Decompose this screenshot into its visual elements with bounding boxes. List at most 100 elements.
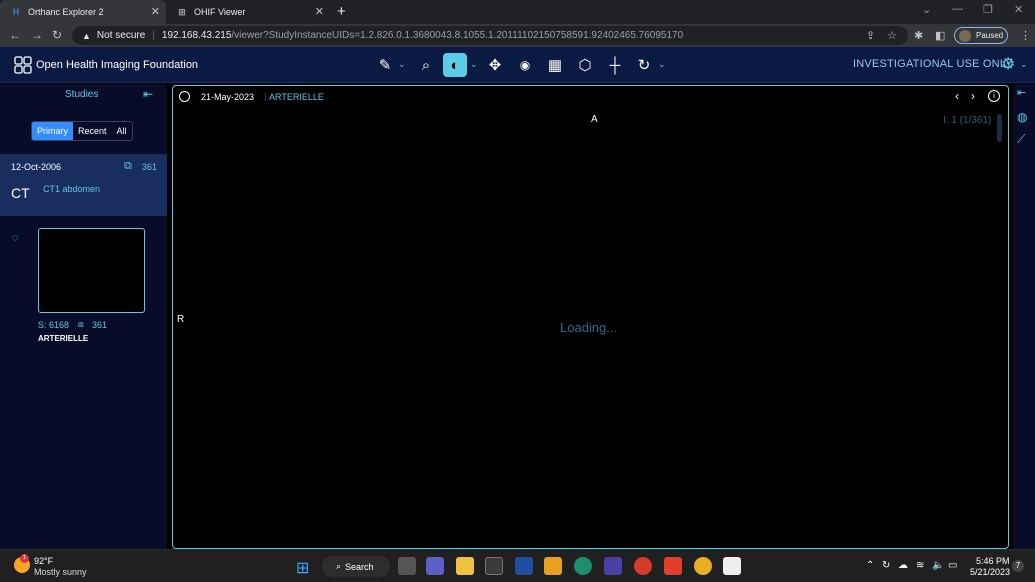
clock-date: 5/21/2023 bbox=[970, 567, 1011, 577]
avatar bbox=[959, 29, 971, 42]
volume-icon[interactable]: 🔈 bbox=[932, 560, 944, 571]
chevron-right-icon[interactable]: › bbox=[971, 89, 975, 103]
app-icon[interactable] bbox=[664, 557, 682, 575]
weather-desc: Mostly sunny bbox=[34, 567, 87, 577]
orientation-marker-left: R bbox=[177, 314, 185, 325]
task-view-icon[interactable] bbox=[398, 557, 416, 575]
3d-tool-button[interactable]: ⬡ bbox=[573, 53, 597, 77]
measurement-icon[interactable]: ⟋ bbox=[1017, 132, 1025, 147]
expand-panel-icon[interactable]: ⇤ bbox=[1017, 86, 1026, 99]
chrome-icon[interactable] bbox=[694, 557, 712, 575]
minimize-icon[interactable]: — bbox=[952, 3, 963, 15]
viewport-date: 21-May-2023 bbox=[201, 92, 255, 102]
file-explorer-icon[interactable] bbox=[456, 557, 474, 575]
taskbar-search[interactable]: ⌕ Search bbox=[322, 556, 390, 577]
share-icon[interactable]: ⇪ bbox=[866, 29, 875, 42]
chevron-down-icon[interactable]: ⌄ bbox=[1020, 59, 1028, 70]
notification-badge[interactable]: 7 bbox=[1012, 560, 1024, 572]
series-stack-icon: ⧉ bbox=[124, 160, 132, 172]
extensions-icon[interactable]: ✱ bbox=[914, 29, 923, 42]
search-icon: ⌕ bbox=[336, 561, 342, 571]
brand-logo[interactable]: Open Health Imaging Foundation bbox=[14, 56, 198, 74]
profile-button[interactable]: Paused bbox=[954, 27, 1008, 44]
tab-search-icon[interactable]: ⌄ bbox=[922, 3, 931, 16]
tab-label: Orthanc Explorer 2 bbox=[28, 7, 104, 17]
url-path: /viewer?StudyInstanceUIDs=1.2.826.0.1.36… bbox=[231, 30, 684, 41]
panel-title: Studies bbox=[65, 89, 99, 100]
sync-icon[interactable]: ↻ bbox=[882, 560, 890, 571]
close-tab-icon[interactable]: ✕ bbox=[315, 5, 324, 18]
tab-primary[interactable]: Primary bbox=[32, 122, 73, 140]
study-modality: CT bbox=[11, 185, 30, 201]
edge-icon[interactable] bbox=[574, 557, 592, 575]
magnify-icon: ⌕ bbox=[421, 56, 431, 74]
image-index: I: 1 (1/361) bbox=[943, 115, 992, 126]
reload-icon[interactable]: ↻ bbox=[52, 28, 62, 42]
rotate-tool-button[interactable]: ↻ bbox=[632, 53, 656, 77]
series-thumbnail[interactable] bbox=[38, 228, 145, 313]
segmentation-icon[interactable]: ◍ bbox=[1017, 110, 1027, 124]
teams-icon[interactable] bbox=[426, 557, 444, 575]
windows-start-icon[interactable]: ⊞ bbox=[296, 558, 309, 578]
forward-icon[interactable]: → bbox=[31, 28, 43, 42]
more-menu-icon[interactable]: ⋮ bbox=[1020, 29, 1031, 42]
study-date: 12-Oct-2006 bbox=[11, 162, 62, 172]
image-viewport[interactable]: 21-May-2023 | ARTERIELLE ‹ › i A R I: 1 … bbox=[172, 85, 1009, 549]
browser-tab-strip: H Orthanc Explorer 2 ✕ ⊞ OHIF Viewer ✕ +… bbox=[0, 0, 1035, 24]
new-tab-button[interactable]: + bbox=[337, 3, 346, 20]
cloud-icon[interactable]: ☁ bbox=[898, 560, 908, 571]
window-level-tool-button[interactable]: ◐ bbox=[443, 53, 467, 77]
collapse-panel-icon[interactable]: ⇤ bbox=[143, 87, 153, 101]
study-filter-tabs: Primary Recent All bbox=[31, 121, 133, 141]
app-icon[interactable] bbox=[604, 557, 622, 575]
layout-tool-button[interactable]: ▦ bbox=[543, 53, 567, 77]
address-bar[interactable]: ▲ Not secure | 192.168.43.215 /viewer?St… bbox=[72, 26, 908, 45]
settings-gear-icon[interactable]: ⚙ bbox=[1001, 54, 1015, 74]
restore-icon[interactable]: ❐ bbox=[983, 3, 993, 16]
pencil-icon: ✎ bbox=[378, 57, 392, 74]
cube-icon: ⬡ bbox=[578, 57, 592, 74]
pan-tool-button[interactable]: ✥ bbox=[483, 53, 507, 77]
rotate-icon: ↻ bbox=[637, 57, 651, 74]
tab-ohif-viewer[interactable]: ⊞ OHIF Viewer ✕ bbox=[166, 0, 330, 24]
vscode-icon[interactable] bbox=[544, 557, 562, 575]
chevron-up-icon[interactable]: ⌃ bbox=[866, 560, 874, 571]
zoom-tool-button[interactable]: ⌕ bbox=[414, 53, 438, 77]
annotate-tool-button[interactable]: ✎ bbox=[373, 53, 397, 77]
investigational-notice: INVESTIGATIONAL USE ONLY bbox=[853, 58, 1013, 70]
browser-toolbar: ← → ↻ ▲ Not secure | 192.168.43.215 /vie… bbox=[0, 24, 1035, 47]
chevron-down-icon[interactable]: ⌄ bbox=[398, 59, 406, 70]
side-panel-icon[interactable]: ◧ bbox=[935, 29, 945, 42]
close-window-icon[interactable]: ✕ bbox=[1014, 3, 1023, 16]
capture-tool-button[interactable]: ◉ bbox=[513, 53, 537, 77]
wifi-icon[interactable]: ≋ bbox=[916, 560, 924, 571]
battery-icon[interactable]: ▭ bbox=[948, 560, 957, 571]
study-instance-count: 361 bbox=[142, 162, 158, 172]
tab-orthanc-explorer[interactable]: H Orthanc Explorer 2 ✕ bbox=[0, 0, 166, 24]
security-label: Not secure bbox=[96, 30, 146, 41]
tab-all[interactable]: All bbox=[112, 122, 132, 140]
store-icon[interactable] bbox=[485, 557, 503, 575]
chevron-down-icon[interactable]: ⌄ bbox=[658, 59, 666, 70]
bookmark-star-icon[interactable]: ☆ bbox=[887, 29, 897, 42]
weather-temp: 92°F bbox=[34, 556, 54, 566]
close-tab-icon[interactable]: ✕ bbox=[151, 5, 160, 18]
os-taskbar: 1 92°F Mostly sunny ⊞ ⌕ Search ⌃ ↻ ☁ ≋ 🔈… bbox=[0, 549, 1035, 582]
app-icon[interactable] bbox=[634, 557, 652, 575]
orthanc-icon: H bbox=[12, 7, 20, 17]
app-icon[interactable] bbox=[723, 557, 741, 575]
info-icon[interactable]: i bbox=[988, 90, 1000, 102]
crosshair-tool-button[interactable]: ┼ bbox=[603, 53, 627, 77]
app-icon[interactable] bbox=[515, 557, 533, 575]
stack-scrollbar[interactable] bbox=[997, 114, 1002, 142]
chevron-left-icon[interactable]: ‹ bbox=[955, 89, 959, 103]
tab-label: OHIF Viewer bbox=[194, 7, 246, 17]
viewport-series-name: ARTERIELLE bbox=[269, 92, 324, 102]
weather-alert-badge: 1 bbox=[20, 554, 29, 563]
tab-recent[interactable]: Recent bbox=[73, 122, 112, 140]
ohif-icon: ⊞ bbox=[178, 6, 186, 17]
profile-label: Paused bbox=[976, 31, 1004, 40]
study-card[interactable]: 12-Oct-2006 ⧉ 361 CT CT1 abdomen bbox=[0, 154, 167, 216]
chevron-down-icon[interactable]: ⌄ bbox=[470, 59, 478, 70]
back-icon[interactable]: ← bbox=[9, 28, 21, 42]
